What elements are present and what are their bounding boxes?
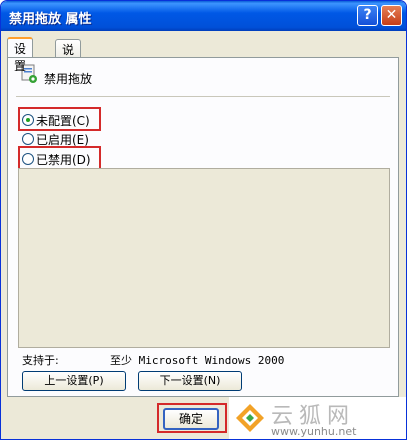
watermark-logo-icon — [236, 404, 264, 432]
tab-settings[interactable]: 设置 — [7, 37, 34, 73]
settings-panel: 禁用拖放 未配置(C) 已启用(E) 已禁用(D) 支持于: 至少 Micros… — [7, 57, 399, 397]
properties-dialog: 禁用拖放 属性 ? ✕ 设置 说明 禁用拖放 未配置(C) 已启用(E) 已禁用 — [0, 0, 407, 440]
radio-checked-icon[interactable] — [22, 114, 34, 126]
radio-label: 已启用(E) — [36, 132, 89, 147]
options-area — [18, 168, 390, 348]
radio-disabled[interactable]: 已禁用(D) — [22, 151, 91, 167]
ok-button[interactable]: 确定 — [163, 408, 219, 430]
radio-label: 未配置(C) — [36, 113, 90, 128]
tab-explain[interactable]: 说明 — [55, 39, 82, 74]
radio-unchecked-icon[interactable] — [22, 133, 34, 145]
close-button[interactable]: ✕ — [381, 5, 402, 26]
supported-value: 至少 Microsoft Windows 2000 — [110, 354, 285, 367]
radio-label: 已禁用(D) — [36, 152, 91, 167]
previous-setting-button[interactable]: 上一设置(P) — [22, 371, 126, 391]
radio-enabled[interactable]: 已启用(E) — [22, 131, 89, 147]
policy-name: 禁用拖放 — [44, 72, 93, 86]
title-bar[interactable]: 禁用拖放 属性 ? ✕ — [1, 1, 406, 31]
next-setting-button[interactable]: 下一设置(N) — [138, 371, 242, 391]
radio-unchecked-icon[interactable] — [22, 153, 34, 165]
watermark-url: www.yunhu.net — [271, 425, 357, 438]
radio-not-configured[interactable]: 未配置(C) — [22, 112, 90, 128]
help-button[interactable]: ? — [357, 5, 378, 26]
window-title: 禁用拖放 属性 — [9, 12, 92, 27]
divider — [16, 96, 390, 97]
supported-label: 支持于: — [22, 354, 59, 367]
watermark: 云狐网 www.yunhu.net — [229, 397, 406, 439]
